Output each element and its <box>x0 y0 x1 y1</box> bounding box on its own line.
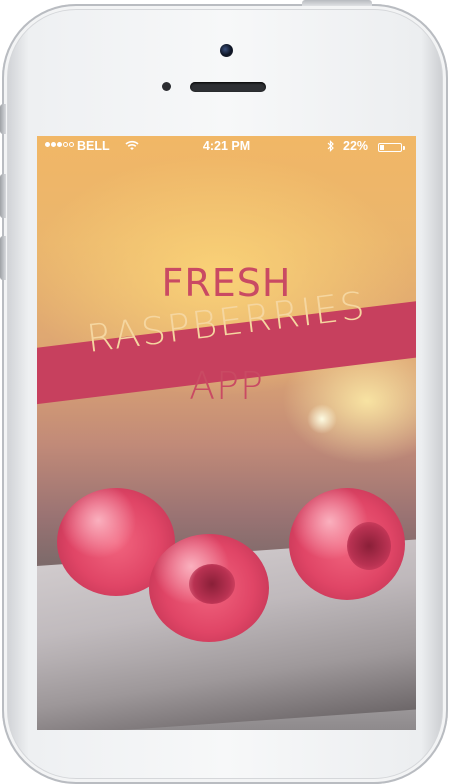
raspberry-right-hollow <box>347 522 391 570</box>
battery-percent: 22% <box>343 139 369 153</box>
status-bar: BELL 4:21 PM 22% <box>37 136 416 156</box>
battery-nub <box>403 146 405 150</box>
raspberry-front-hollow <box>189 564 235 604</box>
volume-down-button <box>0 236 6 280</box>
battery-icon <box>378 143 402 152</box>
front-camera <box>220 44 233 57</box>
raspberry-right <box>289 488 405 600</box>
app-screen: FRESH RASPBERRIES APP BELL 4:21 PM 22% <box>37 136 416 730</box>
volume-up-button <box>0 174 6 218</box>
proximity-sensor <box>162 82 171 91</box>
mute-switch <box>0 104 6 134</box>
title-app: APP <box>189 364 264 408</box>
power-button <box>302 0 372 6</box>
earpiece-speaker <box>190 82 266 92</box>
bluetooth-icon <box>327 140 335 155</box>
raspberry-front <box>149 534 269 642</box>
sun-flare <box>307 404 337 434</box>
battery-fill <box>380 145 384 150</box>
